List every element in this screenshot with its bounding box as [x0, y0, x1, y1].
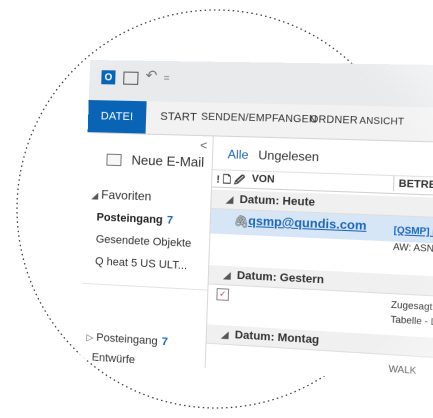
column-flags[interactable]: ! 🗋 🖉	[216, 172, 245, 190]
quick-access-more-icon[interactable]: =	[163, 73, 169, 84]
favorites-header[interactable]: ◢ Favoriten	[91, 187, 152, 204]
group-label: ◢ Datum: Heute	[226, 193, 315, 209]
folder-item-inbox[interactable]: ▷ Posteingang 7	[86, 331, 169, 349]
favorite-item-qheat[interactable]: Q heat 5 US ULT...	[95, 255, 188, 272]
message-subject[interactable]: Zugesagt: G	[391, 299, 433, 313]
screenshot-stage: O ↶ = DATEI START SENDEN/EMPFANGEN ORDNE…	[0, 0, 433, 418]
list-filters: Alle Ungelesen	[227, 147, 319, 164]
tab-senden-empfangen[interactable]: SENDEN/EMPFANGEN	[201, 112, 317, 126]
group-label: ◢ Datum: Montag	[221, 328, 320, 347]
folder-icon[interactable]	[123, 71, 139, 85]
group-title: Datum: Gestern	[236, 269, 325, 287]
favorite-inbox-label: Posteingang	[96, 211, 163, 227]
favorite-item-inbox[interactable]: Posteingang 7	[96, 211, 173, 226]
message-preview: AW: ASN Ban	[392, 241, 433, 254]
navigation-pane: < Neue E-Mail ◢ Favoriten Posteingang 7 Ge…	[79, 133, 214, 369]
tab-ansicht[interactable]: ANSICHT	[359, 115, 404, 127]
tab-start[interactable]: START	[160, 111, 197, 124]
outlook-window: O ↶ = DATEI START SENDEN/EMPFANGEN ORDNE…	[79, 59, 433, 390]
envelope-icon	[106, 153, 122, 166]
undo-icon[interactable]: ↶	[145, 67, 157, 84]
tab-datei[interactable]: DATEI	[87, 100, 147, 134]
column-subject[interactable]: BETREFF	[392, 176, 433, 193]
new-mail-button[interactable]: Neue E-Mail	[106, 152, 204, 170]
collapse-triangle-icon: ◢	[91, 190, 99, 201]
new-mail-label: Neue E-Mail	[131, 152, 205, 170]
folder-inbox-label: Posteingang	[96, 331, 158, 348]
filter-unread[interactable]: Ungelesen	[258, 148, 319, 164]
outlook-icon[interactable]: O	[101, 70, 116, 85]
unread-count: 7	[161, 335, 169, 349]
group-title: Datum: Heute	[239, 193, 316, 209]
message-list: Alle Ungelesen ! 🗋 🖉 VON BETREFF ◢ Datum…	[205, 136, 433, 390]
list-item[interactable]: 🖇 qsmp@qundis.com [QSMP] Rea AW: ASN Ban	[210, 208, 433, 273]
collapse-pane-icon[interactable]: <	[200, 138, 208, 152]
favorite-item-sent[interactable]: Gesendete Objekte	[96, 233, 192, 249]
column-from[interactable]: VON	[252, 174, 275, 186]
favorites-label: Favoriten	[101, 187, 152, 204]
expand-triangle-icon: ▷	[86, 332, 94, 343]
unread-count: 7	[166, 214, 174, 227]
group-label: ◢ Datum: Gestern	[223, 269, 325, 287]
collapse-triangle-icon: ◢	[221, 329, 229, 340]
collapse-triangle-icon: ◢	[225, 194, 234, 205]
message-subject[interactable]: WALK	[388, 364, 416, 376]
collapse-triangle-icon: ◢	[223, 269, 231, 281]
filter-all[interactable]: Alle	[227, 147, 248, 162]
nav-divider	[82, 282, 208, 291]
meeting-accept-icon: ✓	[216, 288, 230, 301]
message-preview: Tabelle - L	[390, 314, 433, 328]
tab-ordner[interactable]: ORDNER	[310, 114, 358, 127]
group-title: Datum: Montag	[234, 329, 320, 347]
